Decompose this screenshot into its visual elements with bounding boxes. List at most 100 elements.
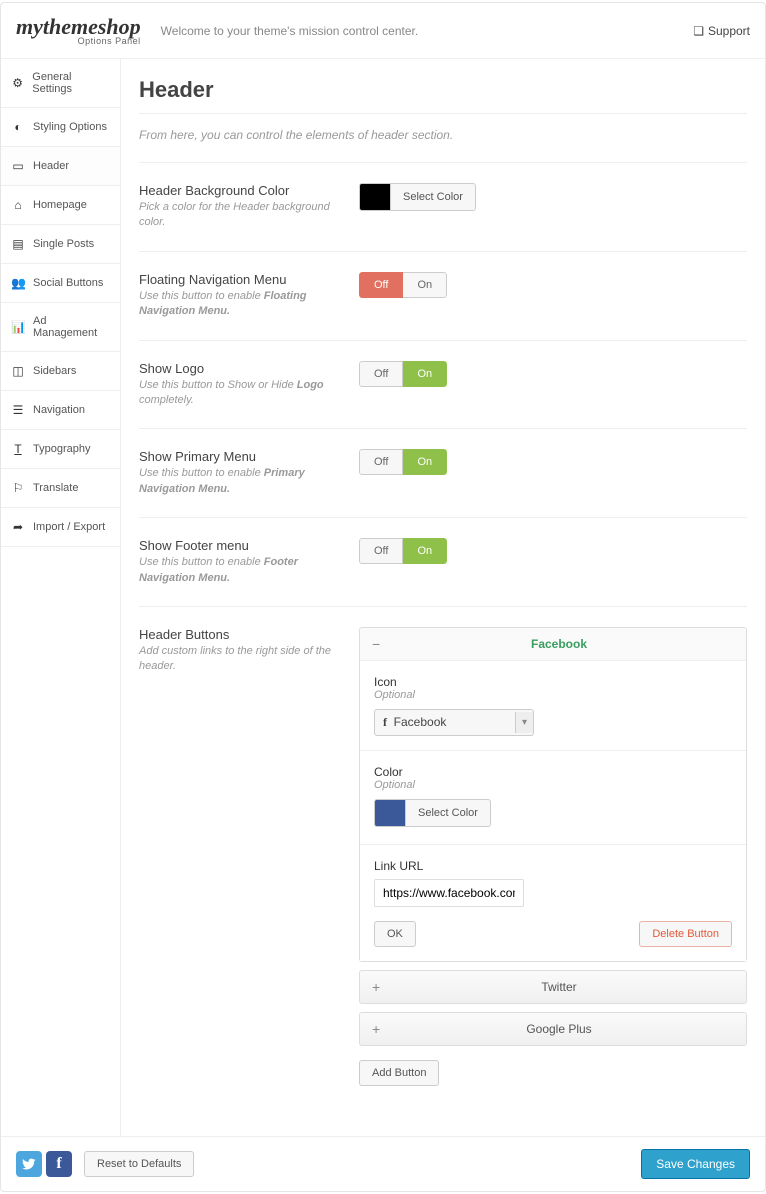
sidebar-item-label: Ad Management xyxy=(33,315,110,339)
field-hint: Use this button to Show or Hide Logo com… xyxy=(139,378,339,409)
toggle-floating-nav[interactable]: Off On xyxy=(359,272,447,298)
minus-icon: − xyxy=(372,636,384,652)
card-icon: ▭ xyxy=(11,159,25,173)
field-primary-menu: Show Primary Menu Use this button to ena… xyxy=(139,428,747,517)
field-hint: Add custom links to the right side of th… xyxy=(139,644,339,675)
sidebar-item-social[interactable]: 👥Social Buttons xyxy=(1,264,120,303)
brand-name: mythemeshop xyxy=(16,16,141,38)
support-link[interactable]: ❏ Support xyxy=(693,24,750,38)
toggle-on[interactable]: On xyxy=(403,449,447,475)
sidebar-item-homepage[interactable]: ⌂ Homepage xyxy=(1,186,120,225)
sidebar-item-single-posts[interactable]: ▤ Single Posts xyxy=(1,225,120,264)
sidebar-item-header[interactable]: ▭ Header xyxy=(1,147,120,186)
sidebar-item-sidebars[interactable]: ◫ Sidebars xyxy=(1,352,120,391)
sidebar-item-label: Social Buttons xyxy=(33,277,103,289)
facebook-icon[interactable]: f xyxy=(46,1151,72,1177)
field-hint: Use this button to enable Floating Navig… xyxy=(139,289,339,320)
toggle-primary-menu[interactable]: Off On xyxy=(359,449,447,475)
toggle-on[interactable]: On xyxy=(403,272,447,298)
support-icon: ❏ xyxy=(693,24,704,38)
sidebar: ⚙ General Settings ◐ Styling Options ▭ Head… xyxy=(1,59,121,1136)
accordion-header[interactable]: + Twitter xyxy=(360,971,746,1003)
footer: f Reset to Defaults Save Changes xyxy=(1,1136,765,1191)
color-swatch xyxy=(374,799,406,827)
select-color-button[interactable]: Select Color xyxy=(391,183,476,211)
url-label: Link URL xyxy=(374,859,732,873)
accordion-title: Google Plus xyxy=(384,1022,734,1036)
sidebar-item-navigation[interactable]: ☰ Navigation xyxy=(1,391,120,430)
columns-icon: ◫ xyxy=(11,364,25,378)
type-icon: T xyxy=(11,442,25,456)
link-url-input[interactable] xyxy=(374,879,524,907)
add-button[interactable]: Add Button xyxy=(359,1060,439,1086)
toggle-on[interactable]: On xyxy=(403,361,447,387)
main-panel: Header From here, you can control the el… xyxy=(121,59,765,1136)
sidebar-item-label: Navigation xyxy=(33,404,85,416)
contrast-icon: ◐ xyxy=(11,120,25,134)
color-label: Color xyxy=(374,765,732,779)
toggle-on[interactable]: On xyxy=(403,538,447,564)
field-label: Show Primary Menu xyxy=(139,449,339,464)
file-icon: ▤ xyxy=(11,237,25,251)
save-button[interactable]: Save Changes xyxy=(641,1149,750,1179)
toggle-off[interactable]: Off xyxy=(359,272,403,298)
support-label: Support xyxy=(708,24,750,38)
sidebar-item-label: Import / Export xyxy=(33,521,105,533)
accordion-body: Icon Optional f Facebook ▾ Color Optiona… xyxy=(360,660,746,961)
home-icon: ⌂ xyxy=(11,198,25,212)
sidebar-item-styling[interactable]: ◐ Styling Options xyxy=(1,108,120,147)
sidebar-item-typography[interactable]: T Typography xyxy=(1,430,120,469)
toggle-show-logo[interactable]: Off On xyxy=(359,361,447,387)
toggle-off[interactable]: Off xyxy=(359,449,403,475)
field-label: Header Background Color xyxy=(139,183,339,198)
toggle-off[interactable]: Off xyxy=(359,361,403,387)
page-description: From here, you can control the elements … xyxy=(139,128,747,142)
select-color-button[interactable]: Select Color xyxy=(406,799,491,827)
plus-icon: + xyxy=(372,1021,384,1037)
field-hint: Pick a color for the Header background c… xyxy=(139,200,339,231)
field-label: Header Buttons xyxy=(139,627,339,642)
accordion-facebook: − Facebook Icon Optional f Facebook ▾ xyxy=(359,627,747,962)
reset-button[interactable]: Reset to Defaults xyxy=(84,1151,194,1177)
sidebar-item-label: Single Posts xyxy=(33,238,94,250)
field-label: Show Logo xyxy=(139,361,339,376)
field-label: Show Footer menu xyxy=(139,538,339,553)
list-icon: ☰ xyxy=(11,403,25,417)
plus-icon: + xyxy=(372,979,384,995)
button-color-picker[interactable]: Select Color xyxy=(374,799,491,827)
sidebar-item-label: Styling Options xyxy=(33,121,107,133)
field-footer-menu: Show Footer menu Use this button to enab… xyxy=(139,517,747,606)
color-picker[interactable]: Select Color xyxy=(359,183,476,211)
sidebar-item-label: Typography xyxy=(33,443,90,455)
accordion-header[interactable]: + Google Plus xyxy=(360,1013,746,1045)
sidebar-item-general[interactable]: ⚙ General Settings xyxy=(1,59,120,108)
sidebar-item-label: Sidebars xyxy=(33,365,76,377)
accordion-header[interactable]: − Facebook xyxy=(360,628,746,660)
toggle-off[interactable]: Off xyxy=(359,538,403,564)
sidebar-item-label: Header xyxy=(33,160,69,172)
delete-button[interactable]: Delete Button xyxy=(639,921,732,947)
icon-dropdown[interactable]: f Facebook ▾ xyxy=(374,709,534,736)
field-hint: Use this button to enable Primary Naviga… xyxy=(139,466,339,497)
field-hint: Use this button to enable Footer Navigat… xyxy=(139,555,339,586)
field-header-buttons: Header Buttons Add custom links to the r… xyxy=(139,606,747,1106)
icon-hint: Optional xyxy=(374,689,732,701)
chevron-down-icon: ▾ xyxy=(515,712,533,733)
sidebar-item-label: General Settings xyxy=(32,71,110,95)
sidebar-item-import-export[interactable]: ➦ Import / Export xyxy=(1,508,120,547)
brand: mythemeshop Options Panel xyxy=(16,16,141,46)
sidebar-item-label: Homepage xyxy=(33,199,87,211)
chart-icon: 📊 xyxy=(11,320,25,334)
toggle-footer-menu[interactable]: Off On xyxy=(359,538,447,564)
ok-button[interactable]: OK xyxy=(374,921,416,947)
sidebar-item-translate[interactable]: ⚐Translate xyxy=(1,469,120,508)
arrow-right-icon: ➦ xyxy=(11,520,25,534)
flag-icon: ⚐ xyxy=(11,481,25,495)
color-hint: Optional xyxy=(374,779,732,791)
field-show-logo: Show Logo Use this button to Show or Hid… xyxy=(139,340,747,429)
field-header-bg-color: Header Background Color Pick a color for… xyxy=(139,162,747,251)
accordion-title: Twitter xyxy=(384,980,734,994)
twitter-icon[interactable] xyxy=(16,1151,42,1177)
sidebar-item-ad[interactable]: 📊 Ad Management xyxy=(1,303,120,352)
gear-icon: ⚙ xyxy=(11,76,24,90)
